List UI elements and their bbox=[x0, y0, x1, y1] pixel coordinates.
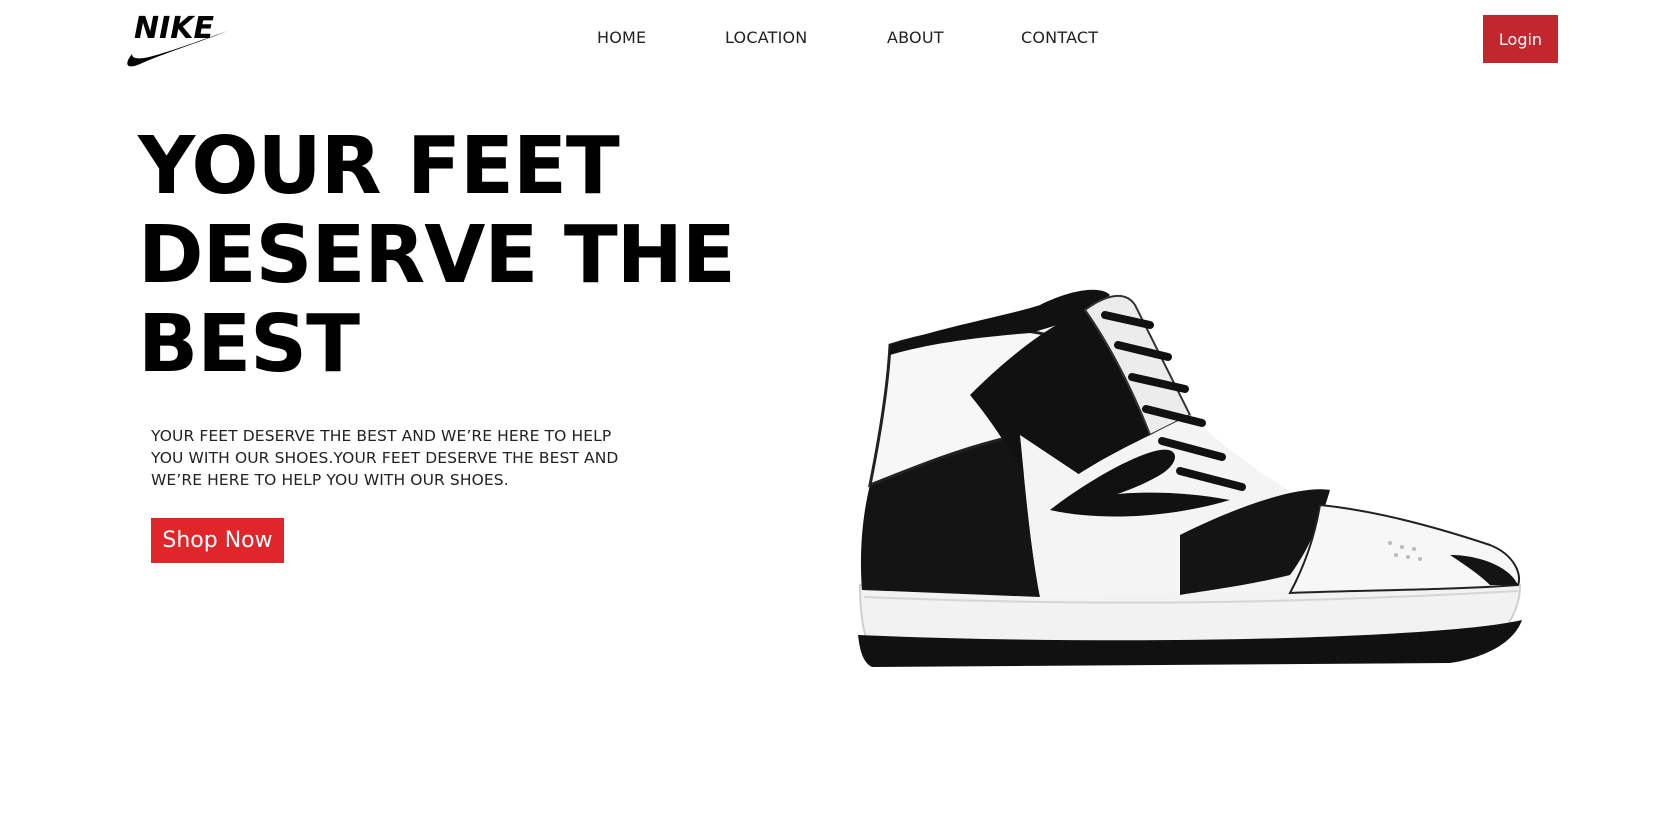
nav-contact-link[interactable]: CONTACT bbox=[1021, 28, 1098, 47]
hero-title-line: YOUR FEET bbox=[138, 120, 620, 212]
nav-home-link[interactable]: HOME bbox=[597, 28, 646, 47]
hero-title-line: DESERVE THE bbox=[138, 209, 736, 301]
hero-description: YOUR FEET DESERVE THE BEST AND WE’RE HER… bbox=[151, 427, 619, 489]
main-nav: HOME LOCATION ABOUT CONTACT bbox=[0, 28, 1665, 52]
hero-title-line: BEST bbox=[138, 298, 360, 390]
login-button[interactable]: Login bbox=[1483, 15, 1558, 63]
nav-location-link[interactable]: LOCATION bbox=[725, 28, 807, 47]
nav-about-link[interactable]: ABOUT bbox=[887, 28, 944, 47]
hero-title: YOUR FEET DESERVE THE BEST bbox=[138, 122, 758, 389]
landing-page: NIKE HOME LOCATION ABOUT CONTACT Login Y… bbox=[0, 0, 1665, 835]
shop-now-button[interactable]: Shop Now bbox=[151, 518, 284, 563]
sneaker-image bbox=[850, 285, 1540, 680]
